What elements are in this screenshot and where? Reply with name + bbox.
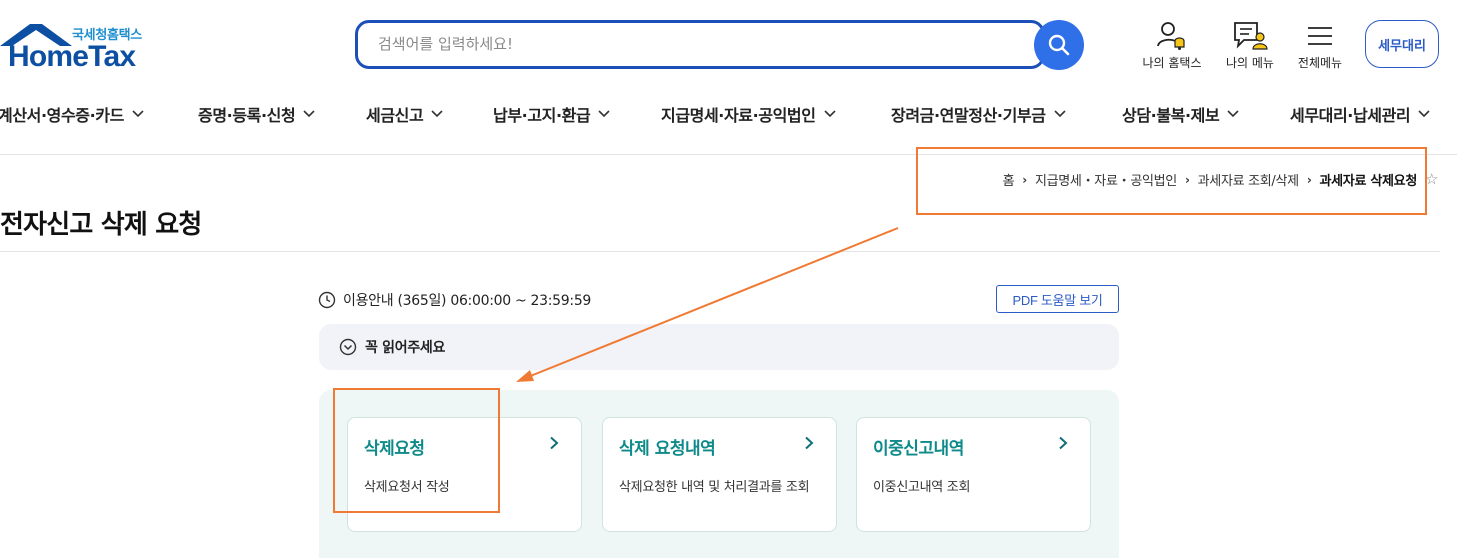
my-hometax-label: 나의 홈택스 bbox=[1142, 56, 1202, 70]
card-request-history[interactable]: 삭제 요청내역 삭제요청한 내역 및 처리결과를 조회 bbox=[602, 417, 837, 532]
nav-item-invoice[interactable]: 계산서·영수증·카드 bbox=[0, 102, 144, 126]
nav-label: 장려금·연말정산·기부금 bbox=[891, 106, 1046, 125]
chevron-down-icon bbox=[1227, 110, 1239, 118]
menu-person-icon bbox=[1234, 22, 1268, 50]
chevron-down-icon bbox=[303, 110, 315, 118]
nav-item-certificate[interactable]: 증명·등록·신청 bbox=[198, 102, 315, 126]
chevron-down-icon bbox=[1418, 110, 1430, 118]
nav-item-incentive[interactable]: 장려금·연말정산·기부금 bbox=[891, 102, 1066, 126]
nav-label: 세금신고 bbox=[366, 106, 424, 125]
nav-item-statement[interactable]: 지급명세·자료·공익법인 bbox=[661, 102, 836, 126]
card-double-filing[interactable]: 이중신고내역 이중신고내역 조회 bbox=[856, 417, 1091, 532]
search-icon bbox=[1048, 34, 1070, 56]
nav-label: 상담·불복·제보 bbox=[1122, 106, 1220, 125]
annotation-highlight-card bbox=[333, 388, 500, 513]
nav-label: 세무대리·납세관리 bbox=[1290, 106, 1411, 125]
title-divider bbox=[0, 251, 1440, 252]
search-bar bbox=[355, 20, 1045, 69]
chevron-down-icon bbox=[431, 110, 443, 118]
notice-label: 꼭 읽어주세요 bbox=[365, 340, 446, 356]
clock-icon bbox=[318, 291, 336, 309]
card-desc: 삭제요청한 내역 및 처리결과를 조회 bbox=[619, 480, 810, 495]
all-menu-link[interactable]: 전체메뉴 bbox=[1285, 18, 1355, 71]
search-button[interactable] bbox=[1034, 20, 1084, 70]
my-menu-label: 나의 메뉴 bbox=[1226, 56, 1274, 70]
nav-label: 계산서·영수증·카드 bbox=[0, 106, 124, 125]
chevron-down-icon bbox=[823, 110, 836, 118]
nav-label: 지급명세·자료·공익법인 bbox=[661, 106, 816, 125]
hamburger-icon bbox=[1308, 27, 1332, 45]
pdf-help-button[interactable]: PDF 도움말 보기 bbox=[996, 285, 1119, 313]
nav-label: 증명·등록·신청 bbox=[198, 106, 296, 125]
nav-item-tax-report[interactable]: 세금신고 bbox=[366, 102, 443, 126]
chevron-down-icon bbox=[1053, 110, 1066, 118]
chevron-right-icon bbox=[550, 436, 559, 450]
annotation-highlight-breadcrumb bbox=[916, 147, 1427, 215]
chevron-down-icon bbox=[598, 110, 610, 118]
service-hours: 이용안내 (365일) 06:00:00 ~ 23:59:59 bbox=[318, 290, 591, 310]
tax-agent-button[interactable]: 세무대리 bbox=[1365, 20, 1439, 68]
nav-item-payment[interactable]: 납부·고지·환급 bbox=[493, 102, 610, 126]
my-menu-link[interactable]: 나의 메뉴 bbox=[1215, 18, 1285, 71]
card-title: 이중신고내역 bbox=[873, 439, 964, 459]
nav-item-consult[interactable]: 상담·불복·제보 bbox=[1122, 102, 1239, 126]
person-bell-icon bbox=[1157, 22, 1185, 50]
favorite-star-icon[interactable]: ☆ bbox=[1425, 170, 1438, 188]
chevron-right-icon bbox=[805, 436, 814, 450]
chevron-down-icon bbox=[132, 110, 144, 118]
nav-label: 납부·고지·환급 bbox=[493, 106, 591, 125]
service-hours-text: 이용안내 (365일) 06:00:00 ~ 23:59:59 bbox=[343, 293, 592, 309]
hometax-logo[interactable]: 국세청홈택스 HomeTax bbox=[0, 20, 160, 73]
chevron-circle-down-icon bbox=[339, 338, 357, 356]
notice-toggle[interactable]: 꼭 읽어주세요 bbox=[319, 324, 1119, 370]
my-hometax-link[interactable]: 나의 홈택스 bbox=[1137, 18, 1207, 71]
all-menu-label: 전체메뉴 bbox=[1297, 56, 1343, 70]
search-input[interactable] bbox=[378, 35, 978, 53]
logo-english-text: HomeTax bbox=[8, 40, 136, 73]
page-title: 전자신고 삭제 요청 bbox=[0, 210, 202, 240]
nav-item-tax-agent[interactable]: 세무대리·납세관리 bbox=[1290, 102, 1430, 126]
card-title: 삭제 요청내역 bbox=[619, 439, 716, 459]
card-desc: 이중신고내역 조회 bbox=[873, 480, 971, 495]
chevron-right-icon bbox=[1059, 436, 1068, 450]
